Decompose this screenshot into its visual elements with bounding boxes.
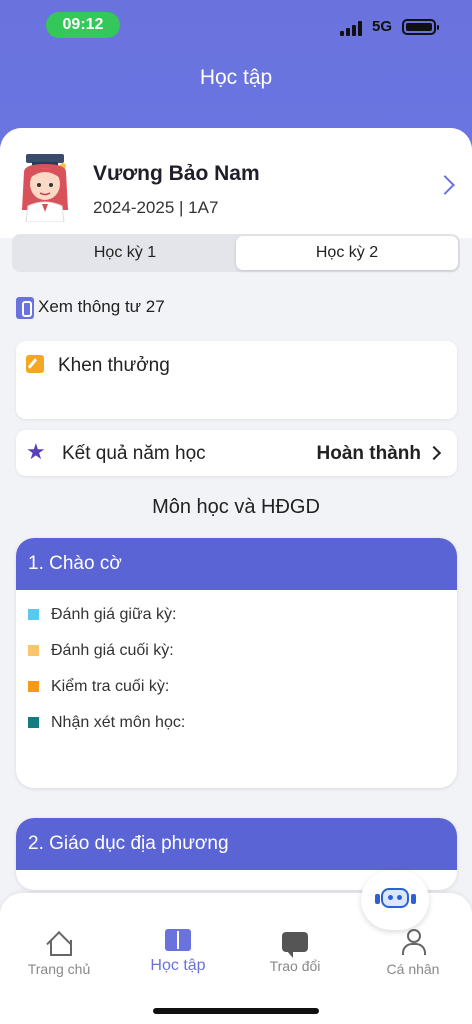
- list-item: Đánh giá giữa kỳ:: [28, 606, 176, 624]
- signal-icon: [340, 20, 364, 36]
- profile-card[interactable]: Vương Bảo Nam 2024-2025 | 1A7: [0, 128, 472, 238]
- tab-semester-2[interactable]: Học kỳ 2: [236, 236, 458, 270]
- robot-icon: [381, 888, 409, 908]
- chevron-right-icon: [426, 445, 442, 461]
- nav-label: Học tập: [150, 957, 206, 974]
- year-result-value: Hoàn thành: [316, 443, 422, 464]
- item-label: Nhận xét môn học:: [51, 714, 186, 731]
- nav-profile[interactable]: Cá nhân: [363, 929, 463, 977]
- student-name: Vương Bảo Nam: [93, 162, 260, 185]
- network-label: 5G: [372, 18, 393, 35]
- year-result-label: Kết quả năm học: [62, 443, 206, 464]
- list-item: Kiểm tra cuối kỳ:: [28, 678, 169, 696]
- nav-home[interactable]: Trang chủ: [9, 929, 109, 977]
- reward-card[interactable]: Khen thưởng: [16, 341, 457, 419]
- circular-link-text: Xem thông tư 27: [38, 297, 165, 316]
- chevron-right-icon[interactable]: [435, 175, 455, 195]
- home-icon: [45, 929, 73, 956]
- nav-label: Trao đổi: [269, 958, 321, 974]
- person-icon: [399, 929, 427, 955]
- edit-note-icon: [26, 355, 44, 373]
- subject-card[interactable]: 1. Chào cờ Đánh giá giữa kỳ: Đánh giá cu…: [16, 538, 457, 788]
- subject-title: 2. Giáo dục địa phương: [16, 818, 457, 870]
- bullet-icon: [28, 717, 39, 728]
- subjects-section-title: Môn học và HĐGD: [152, 496, 320, 518]
- item-label: Kiểm tra cuối kỳ:: [51, 678, 170, 695]
- tab-semester-1[interactable]: Học kỳ 1: [14, 236, 236, 270]
- star-icon: ★: [26, 439, 46, 464]
- nav-chat[interactable]: Trao đổi: [245, 929, 345, 974]
- item-label: Đánh giá giữa kỳ:: [51, 606, 177, 623]
- status-time: 09:12: [46, 12, 120, 38]
- list-item: Nhận xét môn học:: [28, 714, 185, 732]
- year-result-row[interactable]: ★ Kết quả năm học Hoàn thành: [16, 430, 457, 476]
- document-clip-icon: [16, 297, 34, 319]
- subject-title: 1. Chào cờ: [16, 538, 457, 590]
- chat-icon: [282, 932, 308, 958]
- status-bar: 09:12 5G: [0, 12, 472, 42]
- nav-label: Trang chủ: [27, 961, 91, 977]
- nav-study[interactable]: Học tập: [128, 929, 228, 975]
- battery-icon: [402, 19, 439, 35]
- list-item: Đánh giá cuối kỳ:: [28, 642, 174, 660]
- bullet-icon: [28, 609, 39, 620]
- page-title: Học tập: [199, 66, 273, 89]
- item-label: Đánh giá cuối kỳ:: [51, 642, 174, 659]
- chatbot-button[interactable]: [361, 870, 429, 930]
- bullet-icon: [28, 681, 39, 692]
- reward-label: Khen thưởng: [58, 355, 170, 376]
- semester-segmented-control: Học kỳ 1 Học kỳ 2: [12, 234, 460, 272]
- nav-label: Cá nhân: [386, 961, 440, 977]
- bullet-icon: [28, 645, 39, 656]
- home-indicator: [153, 1008, 319, 1014]
- student-avatar: [22, 154, 68, 222]
- book-icon: [165, 929, 191, 951]
- student-class-info: 2024-2025 | 1A7: [93, 198, 219, 217]
